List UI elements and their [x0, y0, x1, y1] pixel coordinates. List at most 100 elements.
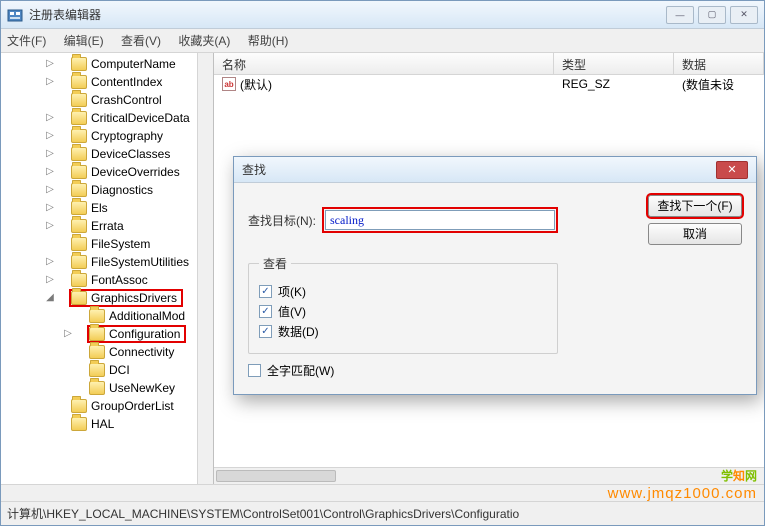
tree-item-label: Errata	[91, 219, 124, 233]
menu-help[interactable]: 帮助(H)	[248, 34, 289, 48]
folder-icon	[71, 399, 87, 413]
tree-item-connectivity[interactable]: Connectivity	[1, 343, 213, 361]
statusbar: 计算机\HKEY_LOCAL_MACHINE\SYSTEM\ControlSet…	[1, 501, 764, 525]
expander-icon[interactable]: ▷	[45, 113, 55, 123]
find-titlebar: 查找 ✕	[234, 157, 756, 183]
expander-icon[interactable]: ▷	[45, 59, 55, 69]
find-cancel-button[interactable]: 取消	[648, 223, 742, 245]
registry-tree: ▷ComputerName▷ContentIndexCrashControl▷C…	[1, 53, 213, 435]
registry-editor-window: 注册表编辑器 — ▢ ✕ 文件(F) 编辑(E) 查看(V) 收藏夹(A) 帮助…	[0, 0, 765, 526]
tree-item-deviceoverrides[interactable]: ▷ DeviceOverrides	[1, 163, 213, 181]
expander-icon[interactable]: ▷	[45, 167, 55, 177]
folder-icon	[89, 327, 105, 341]
expander-icon[interactable]: ▷	[45, 221, 55, 231]
menu-favorites[interactable]: 收藏夹(A)	[178, 34, 230, 48]
folder-icon	[71, 291, 87, 305]
tree-item-label: ContentIndex	[91, 75, 162, 89]
tree-item-label: AdditionalMod	[109, 309, 185, 323]
tree-item-label: CrashControl	[91, 93, 162, 107]
find-close-button[interactable]: ✕	[716, 161, 748, 179]
tree-item-computername[interactable]: ▷ComputerName	[1, 55, 213, 73]
tree-item-label: FileSystemUtilities	[91, 255, 189, 269]
tree-item-label: Els	[91, 201, 108, 215]
list-header: 名称 类型 数据	[214, 53, 764, 75]
find-body: 查找目标(N): 查找下一个(F) 取消 查看 ✓项(K) ✓值(V) ✓数据(…	[234, 183, 756, 394]
column-name[interactable]: 名称	[214, 53, 554, 74]
tree-item-criticaldevicedata[interactable]: ▷ CriticalDeviceData	[1, 109, 213, 127]
expander-icon[interactable]: ▷	[45, 203, 55, 213]
menu-edit[interactable]: 编辑(E)	[64, 34, 104, 48]
folder-icon	[71, 129, 87, 143]
value-type: REG_SZ	[554, 76, 674, 92]
tree-item-label: Diagnostics	[91, 183, 153, 197]
folder-icon	[71, 255, 87, 269]
find-next-button[interactable]: 查找下一个(F)	[648, 195, 742, 217]
menubar: 文件(F) 编辑(E) 查看(V) 收藏夹(A) 帮助(H)	[1, 29, 764, 53]
tree-item-additionalmod[interactable]: AdditionalMod	[1, 307, 213, 325]
tree-item-graphicsdrivers[interactable]: ◢ GraphicsDrivers	[1, 289, 213, 307]
expander-icon[interactable]: ◢	[45, 293, 55, 303]
tree-item-label: FileSystem	[91, 237, 150, 251]
tree-item-cryptography[interactable]: ▷Cryptography	[1, 127, 213, 145]
main-h-scrollbar[interactable]	[1, 484, 764, 501]
find-input[interactable]	[325, 210, 555, 230]
scroll-thumb[interactable]	[216, 470, 336, 482]
tree-item-filesystem[interactable]: FileSystem	[1, 235, 213, 253]
checkbox-whole[interactable]	[248, 364, 261, 377]
tree-item-grouporderlist[interactable]: GroupOrderList	[1, 397, 213, 415]
value-name: (默认)	[240, 76, 272, 93]
checkbox-data-label: 数据(D)	[278, 323, 319, 340]
expander-icon[interactable]: ▷	[45, 149, 55, 159]
expander-icon[interactable]: ▷	[63, 329, 73, 339]
expander-icon[interactable]: ▷	[45, 257, 55, 267]
string-value-icon: ab	[222, 77, 236, 91]
menu-file[interactable]: 文件(F)	[7, 34, 46, 48]
tree-item-usenewkey[interactable]: UseNewKey	[1, 379, 213, 397]
find-input-highlight	[322, 207, 558, 233]
tree-item-dci[interactable]: DCI	[1, 361, 213, 379]
column-type[interactable]: 类型	[554, 53, 674, 74]
tree-item-label: DeviceClasses	[91, 147, 170, 161]
expander-icon[interactable]: ▷	[45, 77, 55, 87]
minimize-button[interactable]: —	[666, 6, 694, 24]
expander-icon[interactable]: ▷	[45, 185, 55, 195]
folder-icon	[71, 417, 87, 431]
checkbox-data[interactable]: ✓	[259, 325, 272, 338]
folder-icon	[71, 183, 87, 197]
find-dialog: 查找 ✕ 查找目标(N): 查找下一个(F) 取消 查看 ✓项(K)	[233, 156, 757, 395]
tree-item-label: GraphicsDrivers	[91, 291, 177, 305]
folder-icon	[71, 57, 87, 71]
tree-item-label: FontAssoc	[91, 273, 148, 287]
folder-icon	[71, 93, 87, 107]
tree-item-contentindex[interactable]: ▷ ContentIndex	[1, 73, 213, 91]
tree-item-diagnostics[interactable]: ▷ Diagnostics	[1, 181, 213, 199]
tree-item-filesystemutilities[interactable]: ▷ FileSystemUtilities	[1, 253, 213, 271]
tree-item-hal[interactable]: HAL	[1, 415, 213, 433]
list-row[interactable]: ab (默认) REG_SZ (数值未设	[214, 75, 764, 93]
expander-icon[interactable]: ▷	[45, 275, 55, 285]
menu-view[interactable]: 查看(V)	[121, 34, 161, 48]
column-data[interactable]: 数据	[674, 53, 764, 74]
checkbox-keys[interactable]: ✓	[259, 285, 272, 298]
tree-item-fontassoc[interactable]: ▷ FontAssoc	[1, 271, 213, 289]
close-button[interactable]: ✕	[730, 6, 758, 24]
tree-item-configuration[interactable]: ▷Configuration	[1, 325, 213, 343]
checkbox-values[interactable]: ✓	[259, 305, 272, 318]
tree-item-crashcontrol[interactable]: CrashControl	[1, 91, 213, 109]
folder-icon	[71, 219, 87, 233]
tree-item-els[interactable]: ▷ Els	[1, 199, 213, 217]
tree-item-label: DeviceOverrides	[91, 165, 180, 179]
find-lookat-group: 查看 ✓项(K) ✓值(V) ✓数据(D)	[248, 255, 558, 354]
tree-pane: ▷ComputerName▷ContentIndexCrashControl▷C…	[1, 53, 214, 484]
maximize-button[interactable]: ▢	[698, 6, 726, 24]
tree-scrollbar[interactable]	[197, 53, 213, 484]
tree-item-deviceclasses[interactable]: ▷ DeviceClasses	[1, 145, 213, 163]
tree-item-label: HAL	[91, 417, 114, 431]
tree-item-label: CriticalDeviceData	[91, 111, 190, 125]
find-title-text: 查找	[242, 161, 716, 178]
list-h-scrollbar[interactable]	[214, 467, 764, 484]
content-area: ▷ComputerName▷ContentIndexCrashControl▷C…	[1, 53, 764, 484]
expander-icon[interactable]: ▷	[45, 131, 55, 141]
tree-item-label: UseNewKey	[109, 381, 175, 395]
tree-item-errata[interactable]: ▷ Errata	[1, 217, 213, 235]
